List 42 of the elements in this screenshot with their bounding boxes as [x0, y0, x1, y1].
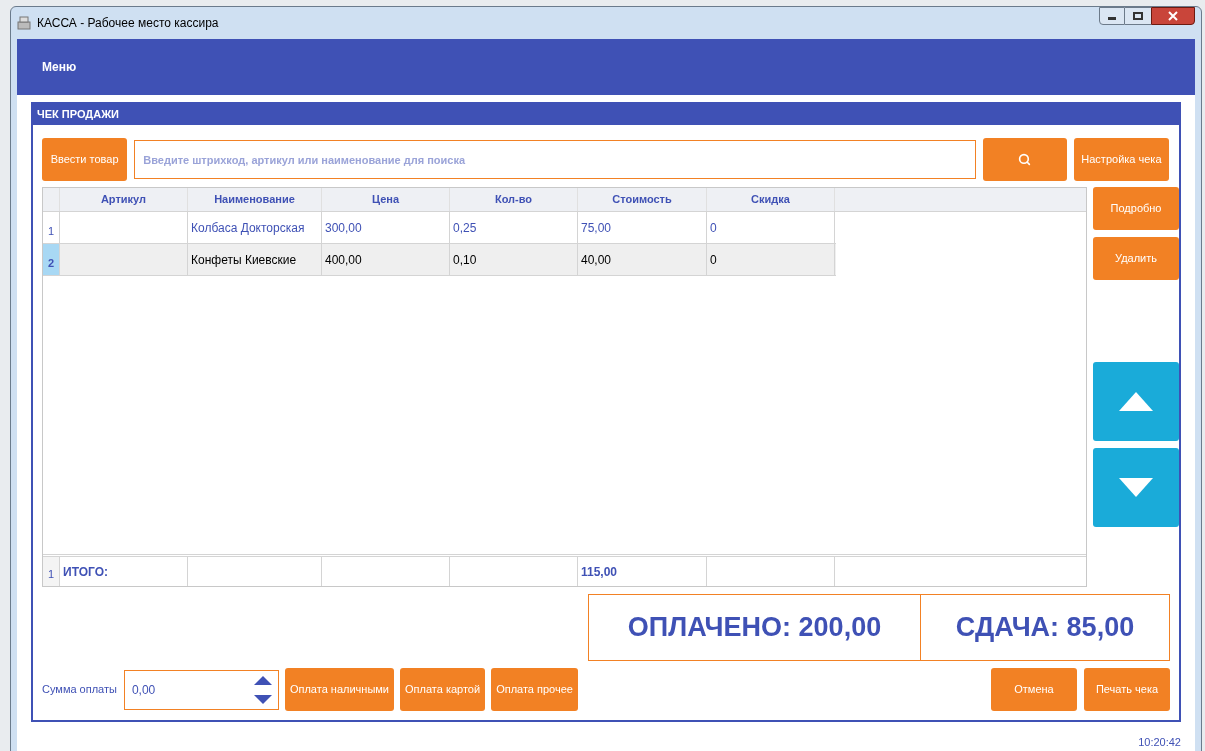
- window-title: КАССА - Рабочее место кассира: [37, 15, 219, 32]
- cash-register-icon: [17, 16, 31, 30]
- panel-title: ЧЕК ПРОДАЖИ: [33, 104, 1179, 125]
- scroll-down-button[interactable]: [1093, 448, 1179, 527]
- column-header[interactable]: Скидка: [707, 188, 835, 211]
- table-cell: 400,00: [322, 244, 450, 275]
- table-cell: 75,00: [578, 212, 707, 243]
- payment-amount-label: Сумма оплаты: [42, 682, 117, 698]
- table-cell: 0: [707, 244, 835, 275]
- table-cell: Колбаса Докторская: [188, 212, 322, 243]
- spinner-arrows-icon[interactable]: [253, 675, 272, 704]
- table-row[interactable]: 2 Конфеты Киевские 400,00 0,10 40,00 0: [43, 244, 836, 276]
- table-cell: Конфеты Киевские: [188, 244, 322, 275]
- table-row[interactable]: 1 Колбаса Докторская 300,00 0,25 75,00 0: [43, 212, 836, 244]
- close-icon: [1168, 11, 1178, 21]
- clock: 10:20:42: [1138, 735, 1181, 750]
- table-cell: 40,00: [578, 244, 707, 275]
- table-cell: 0,25: [450, 212, 578, 243]
- column-header[interactable]: Стоимость: [578, 188, 707, 211]
- column-header[interactable]: Артикул: [60, 188, 188, 211]
- column-header[interactable]: Цена: [322, 188, 450, 211]
- table-cell: 0,10: [450, 244, 578, 275]
- scroll-up-button[interactable]: [1093, 362, 1179, 441]
- payment-amount-field[interactable]: 0,00: [123, 669, 279, 710]
- search-icon: [1018, 153, 1032, 166]
- up-triangle-icon: [1119, 392, 1154, 411]
- column-header[interactable]: Наименование: [188, 188, 322, 211]
- table-cell: 0: [707, 212, 835, 243]
- total-sum: 115,00: [578, 557, 707, 586]
- row-number: 1: [43, 557, 60, 586]
- paid-amount: ОПЛАЧЕНО: 200,00: [588, 594, 921, 661]
- down-triangle-icon: [1119, 478, 1154, 497]
- close-button[interactable]: [1151, 7, 1195, 25]
- row-number: 2: [43, 244, 60, 275]
- total-label: ИТОГО:: [60, 557, 188, 586]
- table-cell: 300,00: [322, 212, 450, 243]
- maximize-button[interactable]: [1125, 7, 1151, 25]
- menu-item[interactable]: Меню: [42, 58, 77, 76]
- change-amount: СДАЧА: 85,00: [921, 594, 1170, 661]
- column-header[interactable]: Кол-во: [450, 188, 578, 211]
- search-field[interactable]: Введите штрихкод, артикул или наименование для поиска: [134, 140, 976, 179]
- minimize-button[interactable]: [1099, 7, 1125, 25]
